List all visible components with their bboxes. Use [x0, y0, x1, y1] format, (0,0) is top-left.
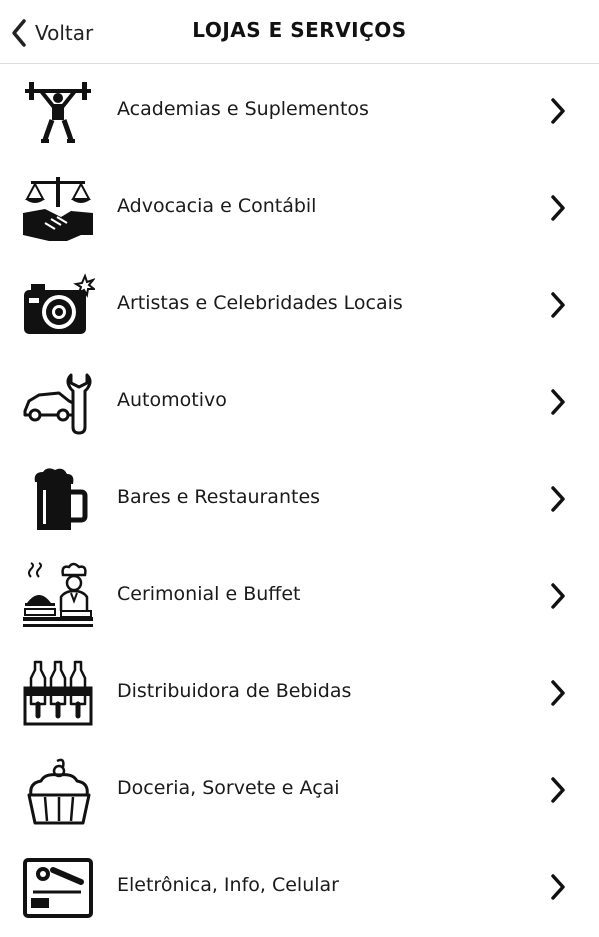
list-item-label: Artistas e Celebridades Locais [117, 292, 403, 314]
scales-handshake-icon [21, 173, 95, 245]
cupcake-icon [21, 755, 95, 827]
list-item-label: Bares e Restaurantes [117, 486, 321, 508]
navigation-bar: Voltar LOJAS E SERVIÇOS [0, 0, 599, 64]
list-item-label: Doceria, Sorvete e Açai [117, 777, 340, 799]
list-item-label: Academias e Suplementos [117, 98, 369, 120]
category-list: Academias e Suplementos Advocacia e Cont… [0, 64, 599, 937]
chef-icon [21, 561, 95, 633]
list-item-artistas[interactable]: Artistas e Celebridades Locais [0, 258, 599, 355]
chevron-right-icon [548, 291, 568, 319]
list-item-label: Distribuidora de Bebidas [117, 680, 352, 702]
chevron-right-icon [548, 679, 568, 707]
list-item-label: Automotivo [117, 389, 227, 411]
chevron-right-icon [548, 776, 568, 804]
beer-mug-icon [21, 464, 95, 536]
chevron-right-icon [548, 388, 568, 416]
list-item-label: Advocacia e Contábil [117, 195, 317, 217]
electronics-icon [21, 852, 95, 924]
camera-icon [21, 270, 95, 342]
bottles-crate-icon [21, 658, 95, 730]
list-item-eletronica[interactable]: Eletrônica, Info, Celular [0, 840, 599, 937]
car-wrench-icon [21, 367, 95, 439]
weightlifter-icon [21, 76, 95, 148]
list-item-bares[interactable]: Bares e Restaurantes [0, 452, 599, 549]
list-item-doceria[interactable]: Doceria, Sorvete e Açai [0, 743, 599, 840]
list-item-label: Cerimonial e Buffet [117, 583, 301, 605]
list-item-automotivo[interactable]: Automotivo [0, 355, 599, 452]
chevron-right-icon [548, 582, 568, 610]
list-item-academias[interactable]: Academias e Suplementos [0, 64, 599, 161]
list-item-label: Eletrônica, Info, Celular [117, 874, 339, 896]
chevron-right-icon [548, 194, 568, 222]
chevron-right-icon [548, 485, 568, 513]
page-title: LOJAS E SERVIÇOS [192, 18, 407, 42]
list-item-distribuidora[interactable]: Distribuidora de Bebidas [0, 646, 599, 743]
list-item-cerimonial[interactable]: Cerimonial e Buffet [0, 549, 599, 646]
chevron-right-icon [548, 97, 568, 125]
list-item-advocacia[interactable]: Advocacia e Contábil [0, 161, 599, 258]
chevron-right-icon [548, 873, 568, 901]
